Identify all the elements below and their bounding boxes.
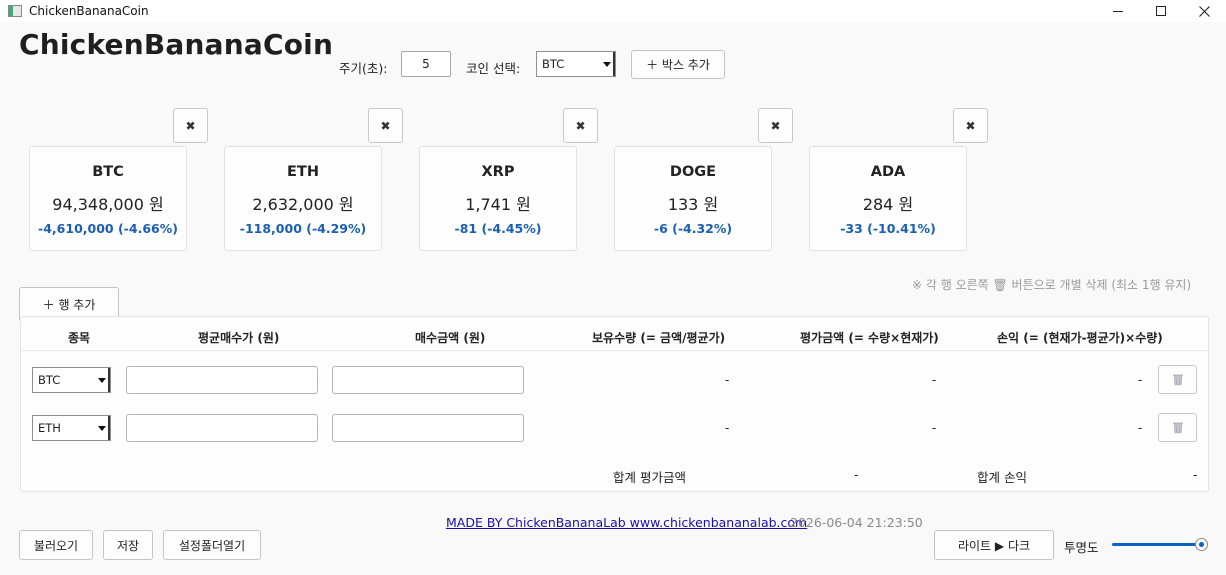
period-label: 주기(초): <box>339 61 388 76</box>
add-box-button[interactable]: ＋ 박스 추가 <box>631 50 725 79</box>
pnl-value: - <box>1138 373 1143 387</box>
chevron-down-icon <box>98 426 106 431</box>
window-title: ChickenBananaCoin <box>29 4 149 18</box>
row-coin-select[interactable]: ETH <box>32 415 111 441</box>
minimize-button[interactable] <box>1095 0 1141 22</box>
chevron-down-icon <box>603 62 611 67</box>
card-close-button-eth[interactable]: ✖ <box>368 108 403 143</box>
chevron-down-icon <box>98 378 106 383</box>
opacity-slider-thumb[interactable] <box>1195 538 1208 551</box>
card-close-button-xrp[interactable]: ✖ <box>563 108 598 143</box>
coin-price: 133 원 <box>667 195 719 214</box>
close-icon: ✖ <box>965 118 976 133</box>
header-value: 평가금액 (= 수량×현재가) <box>800 331 939 345</box>
coin-change: -118,000 (-4.29%) <box>239 221 367 236</box>
row-coin-select[interactable]: BTC <box>32 367 111 393</box>
value-value: - <box>932 373 937 387</box>
coin-select-label: 코인 선택: <box>466 61 521 76</box>
total-value: - <box>854 467 859 482</box>
maximize-icon <box>1156 6 1166 16</box>
coin-symbol: DOGE <box>669 164 717 180</box>
coin-change: -33 (-10.41%) <box>840 221 936 236</box>
coin-select-value: BTC <box>542 57 565 71</box>
theme-toggle-button[interactable]: 라이트 ▶ 다크 <box>934 530 1054 560</box>
trash-icon <box>1172 374 1183 386</box>
opacity-label: 투명도 <box>1064 540 1099 555</box>
card-close-button-doge[interactable]: ✖ <box>758 108 793 143</box>
app-icon <box>8 5 22 17</box>
coin-price: 1,741 원 <box>465 195 531 214</box>
coin-card-eth: ETH 2,632,000 원 -118,000 (-4.29%) <box>224 146 382 251</box>
save-button[interactable]: 저장 <box>103 530 153 560</box>
pnl-value: - <box>1138 421 1143 435</box>
delete-hint: ※ 각 행 오른쪽 🗑 버튼으로 개별 삭제 (최소 1행 유지) <box>912 278 1192 292</box>
opacity-slider-track[interactable] <box>1112 543 1202 546</box>
row-coin-value: ETH <box>38 421 61 435</box>
coin-symbol: XRP <box>481 164 515 180</box>
close-icon <box>1198 5 1210 17</box>
coin-symbol: BTC <box>92 164 124 180</box>
close-icon: ✖ <box>770 118 781 133</box>
amount-input[interactable] <box>332 414 524 442</box>
app-title: ChickenBananaCoin <box>19 28 334 61</box>
title-bar: ChickenBananaCoin <box>0 0 1226 22</box>
coin-symbol: ADA <box>870 164 906 180</box>
close-icon: ✖ <box>575 118 586 133</box>
card-close-button-ada[interactable]: ✖ <box>953 108 988 143</box>
card-close-button-btc[interactable]: ✖ <box>173 108 208 143</box>
close-window-button[interactable] <box>1181 0 1226 22</box>
coin-change: -81 (-4.45%) <box>454 221 542 236</box>
close-icon: ✖ <box>380 118 391 133</box>
quantity-value: - <box>725 421 730 435</box>
quantity-value: - <box>725 373 730 387</box>
coin-price: 284 원 <box>862 195 914 214</box>
delete-row-button[interactable] <box>1158 365 1197 394</box>
coin-card-doge: DOGE 133 원 -6 (-4.32%) <box>614 146 772 251</box>
avg-price-input[interactable] <box>126 366 318 394</box>
row-coin-value: BTC <box>38 373 61 387</box>
coin-change: -6 (-4.32%) <box>653 221 733 236</box>
load-button[interactable]: 불러오기 <box>19 530 93 560</box>
credit-link[interactable]: MADE BY ChickenBananaLab www.chickenbana… <box>446 515 807 530</box>
trash-icon <box>1172 422 1183 434</box>
total-pnl-label: 합계 손익 <box>977 470 1027 485</box>
amount-input[interactable] <box>332 366 524 394</box>
coin-card-xrp: XRP 1,741 원 -81 (-4.45%) <box>419 146 577 251</box>
total-value-label: 합계 평가금액 <box>613 470 686 485</box>
avg-price-input[interactable] <box>126 414 318 442</box>
coin-card-ada: ADA 284 원 -33 (-10.41%) <box>809 146 967 251</box>
maximize-button[interactable] <box>1138 0 1184 22</box>
minimize-icon <box>1113 10 1123 12</box>
header-coin: 종목 <box>68 331 91 345</box>
coin-price: 2,632,000 원 <box>252 195 354 214</box>
timestamp: 2026-06-04 21:23:50 <box>790 515 923 530</box>
header-pnl: 손익 (= (현재가-평균가)×수량) <box>997 331 1163 345</box>
coin-symbol: ETH <box>287 164 319 180</box>
header-amount: 매수금액 (원) <box>415 331 486 345</box>
coin-price: 94,348,000 원 <box>52 195 164 214</box>
open-folder-button[interactable]: 설정폴더열기 <box>163 530 261 560</box>
coin-card-btc: BTC 94,348,000 원 -4,610,000 (-4.66%) <box>29 146 187 251</box>
header-avg-price: 평균매수가 (원) <box>198 331 280 345</box>
period-input[interactable]: 5 <box>401 51 451 77</box>
close-icon: ✖ <box>185 118 196 133</box>
value-value: - <box>932 421 937 435</box>
delete-row-button[interactable] <box>1158 413 1197 442</box>
header-quantity: 보유수량 (= 금액/평균가) <box>592 331 726 345</box>
coin-change: -4,610,000 (-4.66%) <box>38 221 178 236</box>
total-pnl: - <box>1193 467 1198 482</box>
main-content <box>0 22 1226 575</box>
holdings-table: 종목 평균매수가 (원) 매수금액 (원) 보유수량 (= 금액/평균가) 평가… <box>20 316 1209 492</box>
coin-select[interactable]: BTC <box>536 51 616 77</box>
